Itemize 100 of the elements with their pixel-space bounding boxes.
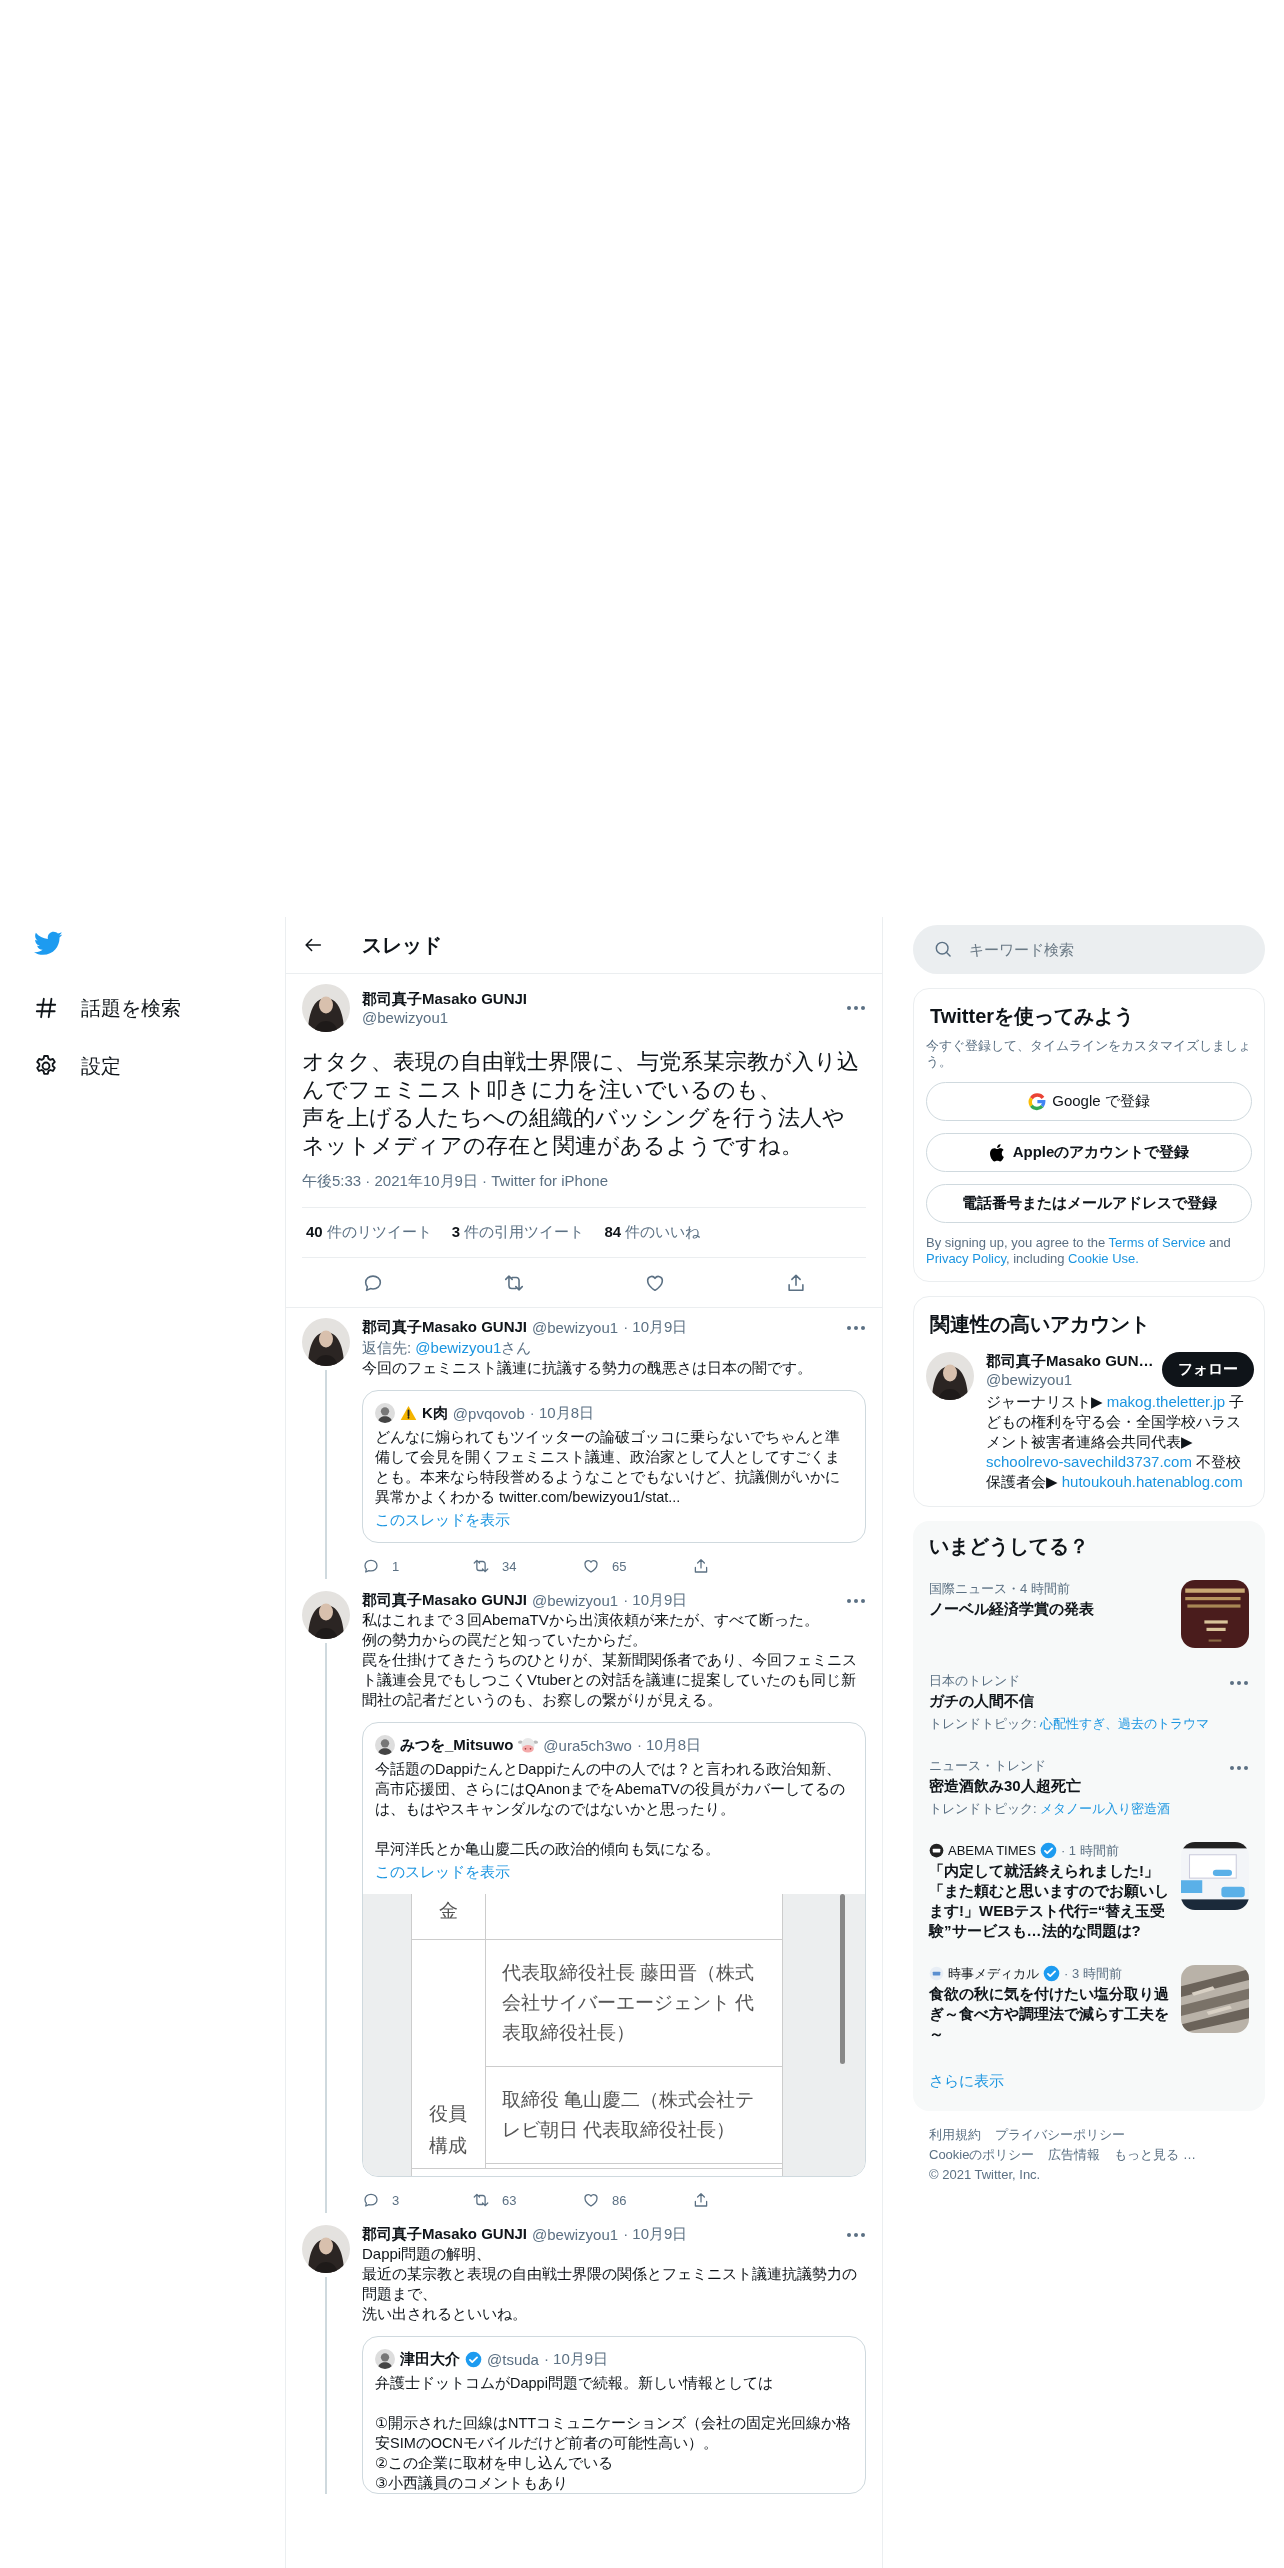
- show-thread-link[interactable]: このスレッドを表示: [375, 1863, 510, 1880]
- tweet-timestamp: 午後5:33 · 2021年10月9日 · Twitter for iPhone: [302, 1172, 866, 1208]
- retweet-button[interactable]: 34: [472, 1553, 517, 1579]
- trend-category: 国際ニュース・4 時間前: [929, 1580, 1070, 1597]
- tweet-text: 今回のフェミニスト議連に抗議する勢力の醜悪さは日本の闇です。: [362, 1358, 813, 1378]
- trend-title: ノーベル経済学賞の発表: [929, 1599, 1095, 1619]
- quoted-tweet-text: どんなに煽られてもツイッターの論破ゴッコに乗らないでちゃんと準備して会見を開くフェミニスト議連、政治家として人としてすごくまとも。本来なら特段誉めるようなことでもないけど、抗議側がいかに異常かよくわかる twitter.com/bewizyou1/stat...: [375, 1428, 841, 1507]
- tweet-date: · 10月9日: [623, 1591, 688, 1610]
- topic-link[interactable]: 心配性すぎ、過去のトラウマ: [1040, 1716, 1210, 1731]
- footer-link[interactable]: もっと見る …: [1114, 2145, 1197, 2165]
- stat-link[interactable]: 84 件のいいね: [604, 1223, 701, 1242]
- nav-link[interactable]: 話題を検索: [33, 979, 181, 1037]
- author-name: みつを_Mitsuwo: [400, 1735, 514, 1755]
- trend-title: 食欲の秋に気を付けたい塩分取り過ぎ～食べ方や調理法で減らす工夫を～: [929, 1984, 1170, 2044]
- nav-link[interactable]: 設定: [33, 1037, 121, 1095]
- reply-button[interactable]: 3: [362, 2187, 400, 2213]
- user-name: 郡司真子Masako GUNJI: [362, 1591, 528, 1610]
- footer-link[interactable]: 利用規約: [929, 2125, 981, 2145]
- card-title: いまどうしてる？: [929, 1534, 1090, 1559]
- card-title: 関連性の高いアカウント: [930, 1312, 1151, 1337]
- news-source: ABEMA TIMES: [948, 1842, 1036, 1859]
- trend-topics: トレンドトピック: 心配性すぎ、過去のトラウマ: [929, 1715, 1211, 1733]
- show-thread-link[interactable]: このスレッドを表示: [375, 1511, 510, 1528]
- page-title: スレッド: [362, 932, 442, 958]
- retweet-button[interactable]: 63: [472, 2187, 517, 2213]
- user-bio: ジャーナリスト▶ makog.theletter.jp 子どもの権利を守る会・全国学校ハラスメント被害者連絡会共同代表▶ schoolrevo-savechild3737.com 不登校保護者会▶ hutoukouh.hatenablog.com: [986, 1392, 1246, 1492]
- quoted-tweet-card[interactable]: 津田大介 @tsuda · 10月9日 弁護士ドットコムがDappi問題で続報。新しい情報としては ①開示された回線はNTTコミュニケーションズ（会社の固定光回線か格安SIMのOCNモバイルだけど前者の可能性高い）。 ②この企業に取材を申し込んでいる ③小西議員のコメントもあり: [362, 2336, 866, 2494]
- news-time: · 1 時間前: [1060, 1842, 1119, 1859]
- reply-to-text: 返信先: @bewizyou1さん: [362, 1338, 533, 1358]
- legal-text: By signing up, you agree to the Terms of Service and Privacy Policy, including Cookie Use.: [926, 1235, 1232, 1267]
- text-link[interactable]: Cookie Use.: [1068, 1251, 1139, 1266]
- stat-link[interactable]: 40 件のリツイート: [306, 1223, 432, 1242]
- trend-category: ニュース・トレンド: [929, 1757, 1046, 1774]
- user-name: 郡司真子Masako GUNJI: [362, 990, 529, 1009]
- tweet-text: 例の勢力からの罠だと知っていたからだ。: [362, 1630, 648, 1650]
- text-link[interactable]: makog.theletter.jp: [1106, 1393, 1226, 1410]
- table-cell-text: 金: [439, 1899, 458, 1923]
- user-name: 郡司真子Masako GUNJI: [362, 1318, 528, 1337]
- user-handle: @bewizyou1: [986, 1371, 1074, 1388]
- tweet-date: · 10月8日: [529, 1403, 594, 1423]
- quoted-tweet-text: ①開示された回線はNTTコミュニケーションズ（会社の固定光回線か格安SIMのOCNモバイルだけど前者の可能性高い）。: [375, 2414, 853, 2453]
- signup-button[interactable]: 電話番号またはメールアドレスで登録: [926, 1184, 1252, 1223]
- quoted-tweet-text: 弁護士ドットコムがDappi問題で続報。新しい情報としては: [375, 2374, 774, 2393]
- news-source: 時事メディカル: [948, 1965, 1039, 1982]
- user-name: 郡司真子Masako GUNJI: [362, 2225, 528, 2244]
- tweet-text: 最近の某宗教と表現の自由戦士界隈の関係とフェミニスト議連抗議勢力の問題まで、: [362, 2264, 858, 2304]
- table-cell: 取締役 亀山慶二（株式会社テレビ朝日 代表取締役社長）: [502, 2089, 755, 2140]
- author-handle: @tsuda: [487, 2350, 539, 2368]
- search-field[interactable]: キーワード検索: [913, 925, 1265, 974]
- table-cell: 代表取締役社長 藤田晋（株式会社サイバーエージェント 代表取締役社長）: [502, 1962, 755, 2043]
- text-link[interactable]: schoolrevo-savechild3737.com: [986, 1453, 1192, 1470]
- trend-topics: トレンドトピック: メタノール入り密造酒: [929, 1800, 1172, 1818]
- tweet-date: · 10月9日: [543, 2349, 609, 2369]
- mention-link[interactable]: @bewizyou1: [415, 1339, 502, 1356]
- user-handle: @bewizyou1: [532, 1592, 619, 1609]
- signup-button[interactable]: Google で登録: [926, 1082, 1252, 1121]
- tweet-date: · 10月9日: [623, 2225, 688, 2244]
- user-handle: @bewizyou1: [532, 1319, 619, 1336]
- footer-link[interactable]: 広告情報: [1048, 2145, 1101, 2165]
- tweet-text: オタク、表現の自由戦士界隈に、与党系某宗教が入り込んでフェミニスト叩きに力を注いでいるのも、: [302, 1048, 860, 1104]
- text-link[interactable]: hutoukouh.hatenablog.com: [1061, 1473, 1243, 1490]
- user-name: 郡司真子Masako GUN…: [986, 1352, 1154, 1371]
- text-link[interactable]: Terms of Service: [1108, 1235, 1206, 1250]
- stat-link[interactable]: 3 件の引用ツイート: [451, 1223, 585, 1242]
- signup-button[interactable]: Appleのアカウントで登録: [926, 1133, 1252, 1172]
- user-handle: @bewizyou1: [362, 1009, 450, 1026]
- author-name: 津田大介: [400, 2349, 460, 2369]
- card-description: 今すぐ登録して、タイムラインをカスタマイズしましょう。: [926, 1038, 1252, 1070]
- user-handle: @bewizyou1: [532, 2226, 619, 2243]
- topic-link[interactable]: メタノール入り密造酒: [1040, 1801, 1171, 1816]
- text-link[interactable]: Privacy Policy: [926, 1251, 1006, 1266]
- quoted-tweet-card[interactable]: K肉 @pvqovob · 10月8日 どんなに煽られてもツイッターの論破ゴッコに乗らないでちゃんと準備して会見を開くフェミニスト議連、政治家として人としてすごくまとも。本来なら特段誉めるようなことでもないけど、抗議側がいかに異常かよくわかる twitter.com/bewizyou1/stat... このスレッドを表示: [362, 1390, 866, 1543]
- author-handle: @pvqovob: [452, 1404, 525, 1422]
- tweet-text: 罠を仕掛けてきたうちのひとりが、某新聞関係者であり、今回フェミニスト議連会見でもしつこくVtuberとの対話を議連に提案していたのも同じ新聞社の記者だというのも、お察しの繋がりが見える。: [362, 1650, 858, 1710]
- trend-category: 日本のトレンド: [929, 1672, 1020, 1689]
- table-cell-text: 役員構成: [428, 2102, 468, 2158]
- show-more-link[interactable]: さらに表示: [929, 2072, 1004, 2089]
- tweet-text: 私はこれまで３回AbemaTVから出演依頼が来たが、すべて断った。: [362, 1610, 820, 1630]
- quoted-tweet-text: 早河洋氏とか亀山慶二氏の政治的傾向も気になる。: [375, 1840, 721, 1859]
- tweet-date: · 10月9日: [623, 1318, 688, 1337]
- reply-button[interactable]: 1: [362, 1553, 400, 1579]
- card-title: Twitterを使ってみよう: [930, 1004, 1136, 1029]
- copyright-text: © 2021 Twitter, Inc.: [929, 2166, 1041, 2184]
- author-name: K肉: [422, 1403, 448, 1423]
- quoted-tweet-text: ③小西議員のコメントもあり: [375, 2474, 569, 2493]
- trend-title: ガチの人間不信: [929, 1691, 1035, 1711]
- trend-title: 密造酒飲み30人超死亡: [929, 1776, 1082, 1796]
- follow-button[interactable]: フォロー: [1161, 1352, 1254, 1387]
- tweet-text: 洗い出されるといいね。: [362, 2304, 528, 2324]
- quoted-tweet-text: ②この企業に取材を申し込んでいる: [375, 2454, 614, 2473]
- heart-button[interactable]: 86: [582, 2187, 627, 2213]
- tweet-text: Dappi問題の解明、: [362, 2244, 493, 2264]
- footer-link[interactable]: プライバシーポリシー: [995, 2125, 1125, 2145]
- author-handle: @ura5ch3wo: [543, 1736, 632, 1754]
- footer-link[interactable]: Cookieのポリシー: [929, 2145, 1035, 2165]
- trend-title: 「内定して就活終えられました!」「また頼むと思いますのでお願いします!」WEBテスト代行=“替え玉受験”サービスも…法的な問題は?: [929, 1861, 1170, 1941]
- news-time: · 3 時間前: [1064, 1965, 1122, 1982]
- tweet-text: 声を上げる人たちへの組織的バッシングを行う法人やネットメディアの存在と関連があるようですね。: [302, 1104, 846, 1160]
- heart-button[interactable]: 65: [582, 1553, 627, 1579]
- quoted-tweet-text: 今話題のDappiたんとDappiたんの中の人では？と言われる政治知新、高市応援団、さらにはQAnonまでをAbemaTVの役員がカバーしてるのは、もはやスキャンダルなのではないかと思ったり。: [375, 1760, 846, 1819]
